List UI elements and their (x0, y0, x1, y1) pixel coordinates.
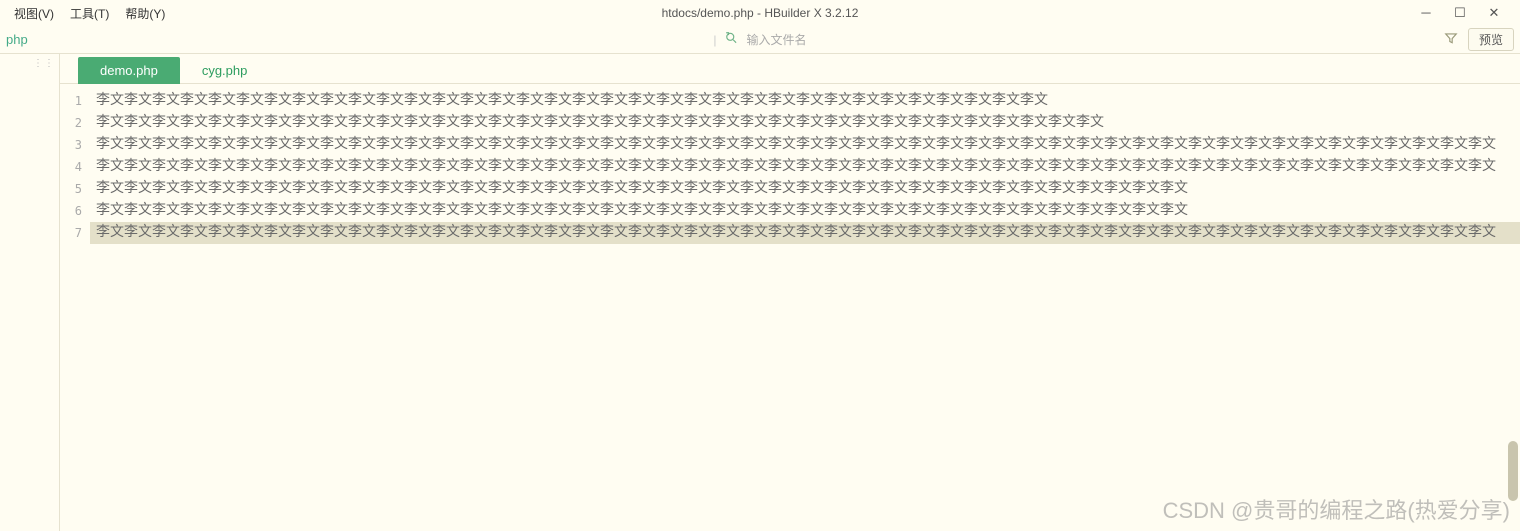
menu-bar: 视图(V) 工具(T) 帮助(Y) htdocs/demo.php - HBui… (0, 0, 1520, 26)
code-line[interactable]: 李文李文李文李文李文李文李文李文李文李文李文李文李文李文李文李文李文李文李文李文… (90, 112, 1520, 134)
sidebar-gutter: ⋮⋮ (0, 54, 60, 531)
divider: | (713, 33, 716, 47)
menu-help[interactable]: 帮助(Y) (117, 2, 173, 25)
code-line[interactable]: 李文李文李文李文李文李文李文李文李文李文李文李文李文李文李文李文李文李文李文李文… (90, 134, 1520, 156)
minimize-icon[interactable]: ─ (1418, 5, 1434, 21)
code-line[interactable]: 李文李文李文李文李文李文李文李文李文李文李文李文李文李文李文李文李文李文李文李文… (90, 156, 1520, 178)
line-number: 3 (60, 134, 90, 156)
maximize-icon[interactable]: ☐ (1452, 5, 1468, 21)
line-number: 4 (60, 156, 90, 178)
search-icon (725, 31, 739, 48)
line-number: 6 (60, 200, 90, 222)
menu-tools[interactable]: 工具(T) (62, 2, 117, 25)
tab-demo-php[interactable]: demo.php (78, 57, 180, 84)
file-search[interactable]: | 输入文件名 (713, 31, 806, 48)
window-controls: ─ ☐ ✕ (1418, 5, 1514, 21)
code-line[interactable]: 李文李文李文李文李文李文李文李文李文李文李文李文李文李文李文李文李文李文李文李文… (90, 222, 1520, 244)
editor-zone: demo.phpcyg.php 1234567 李文李文李文李文李文李文李文李文… (60, 54, 1520, 531)
preview-button[interactable]: 预览 (1468, 28, 1514, 51)
line-number: 2 (60, 112, 90, 134)
workspace: ⋮⋮ demo.phpcyg.php 1234567 李文李文李文李文李文李文李… (0, 54, 1520, 531)
breadcrumb[interactable]: php (6, 32, 28, 47)
window-title: htdocs/demo.php - HBuilder X 3.2.12 (0, 6, 1520, 20)
code-lines[interactable]: 李文李文李文李文李文李文李文李文李文李文李文李文李文李文李文李文李文李文李文李文… (90, 84, 1520, 531)
scrollbar-vertical[interactable] (1508, 441, 1518, 501)
code-line[interactable]: 李文李文李文李文李文李文李文李文李文李文李文李文李文李文李文李文李文李文李文李文… (90, 178, 1520, 200)
drag-handle-icon[interactable]: ⋮⋮ (33, 58, 55, 69)
code-area[interactable]: 1234567 李文李文李文李文李文李文李文李文李文李文李文李文李文李文李文李文… (60, 84, 1520, 531)
tab-cyg-php[interactable]: cyg.php (180, 57, 270, 84)
line-number: 5 (60, 178, 90, 200)
editor-tabs: demo.phpcyg.php (60, 54, 1520, 84)
menu-view[interactable]: 视图(V) (6, 2, 62, 25)
search-placeholder: 输入文件名 (747, 31, 807, 48)
close-icon[interactable]: ✕ (1486, 5, 1502, 21)
code-line[interactable]: 李文李文李文李文李文李文李文李文李文李文李文李文李文李文李文李文李文李文李文李文… (90, 200, 1520, 222)
line-number: 1 (60, 90, 90, 112)
code-line[interactable]: 李文李文李文李文李文李文李文李文李文李文李文李文李文李文李文李文李文李文李文李文… (90, 90, 1520, 112)
line-gutter: 1234567 (60, 84, 90, 531)
toolbar: php | 输入文件名 预览 (0, 26, 1520, 54)
filter-icon[interactable] (1444, 31, 1458, 48)
line-number: 7 (60, 222, 90, 244)
